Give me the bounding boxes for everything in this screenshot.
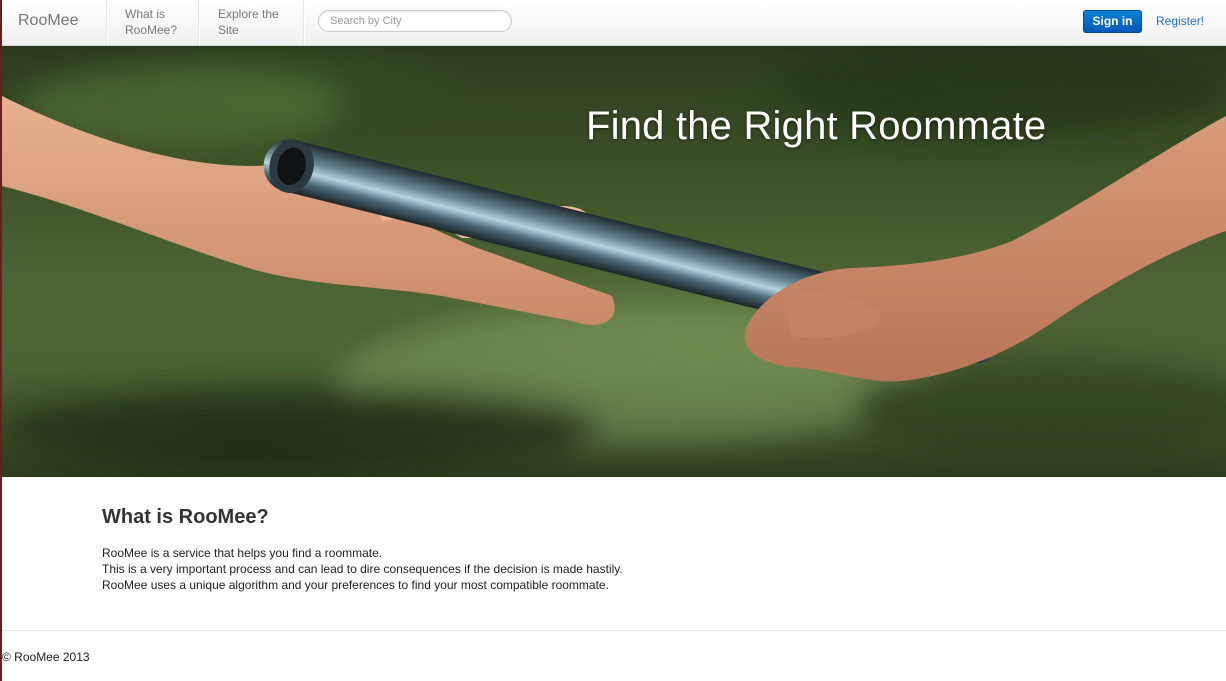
about-line: This is a very important process and can… [102, 562, 623, 576]
page: RooMee What is RooMee? Explore the Site … [0, 0, 1226, 681]
footer-copyright: © RooMee 2013 [2, 650, 90, 664]
nav-divider [303, 0, 305, 45]
hero-banner: Find the Right Roommate [2, 46, 1226, 477]
about-section: What is RooMee? RooMee is a service that… [102, 506, 902, 593]
brand-logo-link[interactable]: RooMee [18, 12, 78, 30]
search-input[interactable] [330, 12, 500, 30]
about-line: RooMee uses a unique algorithm and your … [102, 578, 609, 592]
nav-link-what-is-roomee[interactable]: What is RooMee? [125, 6, 205, 38]
about-heading: What is RooMee? [102, 506, 269, 528]
hero-title: Find the Right Roommate [586, 104, 1047, 148]
nav-link-explore-the-site[interactable]: Explore the Site [218, 6, 298, 38]
nav-divider [106, 0, 108, 45]
register-link[interactable]: Register! [1156, 14, 1204, 28]
sign-in-button[interactable]: Sign in [1083, 10, 1142, 33]
nav-divider [198, 0, 200, 45]
footer-divider [2, 630, 1226, 631]
search-field [318, 10, 512, 32]
navbar: RooMee What is RooMee? Explore the Site … [2, 0, 1226, 46]
about-line: RooMee is a service that helps you find … [102, 546, 383, 560]
